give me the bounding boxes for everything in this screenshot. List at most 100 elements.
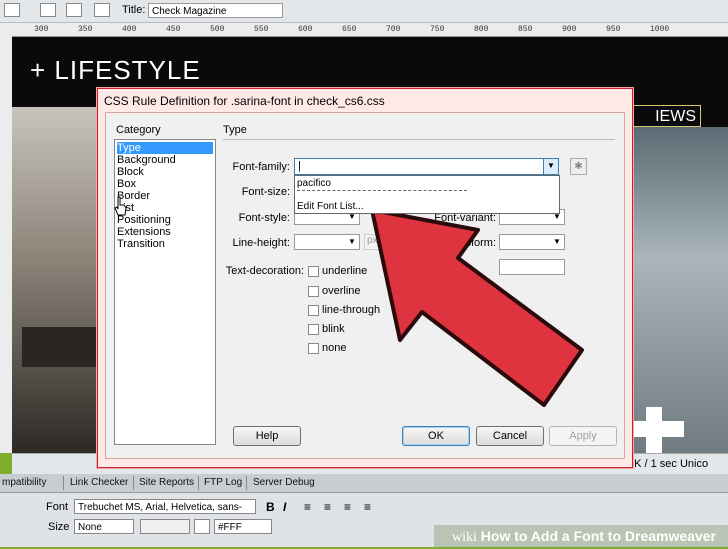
section-divider (223, 139, 615, 140)
decoration-none[interactable]: none (308, 341, 346, 355)
size-unit-select[interactable] (140, 519, 190, 534)
font-style-label: Font-style: (238, 212, 290, 224)
ruler-tick: 800 (474, 25, 489, 34)
font-family-label: Font-family: (232, 161, 290, 173)
category-item-type[interactable]: Type (117, 142, 213, 154)
ruler-tick: 600 (298, 25, 313, 34)
font-label: Font (46, 501, 69, 513)
font-option-pacifico[interactable]: pacifico (297, 178, 331, 189)
checkbox[interactable] (308, 265, 319, 277)
category-item-positioning[interactable]: Positioning (117, 214, 213, 226)
tab-link-checker[interactable]: Link Checker (70, 477, 128, 488)
tab-separator (133, 476, 134, 490)
category-item-box[interactable]: Box (117, 178, 213, 190)
color-input[interactable]: #FFF (214, 519, 272, 534)
ruler-tick: 750 (430, 25, 445, 34)
ruler-tick: 700 (386, 25, 401, 34)
dropdown-separator (297, 190, 467, 191)
code-view-icon[interactable] (4, 3, 20, 17)
live-view-icon[interactable] (40, 3, 56, 17)
ruler-tick: 1000 (650, 25, 670, 34)
right-photo (622, 127, 728, 453)
red-arrow-icon (370, 208, 584, 407)
category-item-transition[interactable]: Transition (117, 238, 213, 250)
edit-font-list-option[interactable]: Edit Font List... (297, 201, 364, 212)
checkbox[interactable] (308, 323, 319, 335)
tab-browser-compatibility[interactable]: mpatibility (2, 477, 46, 488)
checkbox[interactable] (308, 342, 319, 354)
tab-separator (198, 476, 199, 490)
ruler-tick: 850 (518, 25, 533, 34)
tab-ftp-log[interactable]: FTP Log (204, 477, 242, 488)
dialog-title: CSS Rule Definition for .sarina-font in … (104, 94, 385, 108)
ruler-tick: 550 (254, 25, 269, 34)
lifestyle-heading: + LIFESTYLE (30, 55, 201, 85)
decoration-blink[interactable]: blink (308, 322, 345, 336)
tab-separator (63, 476, 64, 490)
line-height-label: Line-height: (232, 237, 291, 249)
category-label: Category (116, 124, 161, 136)
color-swatch[interactable] (194, 519, 210, 534)
category-item-background[interactable]: Background (117, 154, 213, 166)
inspect-icon[interactable] (66, 3, 82, 17)
tab-site-reports[interactable]: Site Reports (139, 477, 194, 488)
ruler-tick: 350 (78, 25, 93, 34)
decoration-underline[interactable]: underline (308, 264, 367, 278)
refresh-icon[interactable] (94, 3, 110, 17)
watermark-brand: wiki (452, 530, 477, 545)
category-item-extensions[interactable]: Extensions (117, 226, 213, 238)
ruler-tick: 500 (210, 25, 225, 34)
ruler-tick: 900 (562, 25, 577, 34)
apply-button[interactable]: Apply (549, 426, 617, 446)
size-label: Size (48, 521, 70, 533)
italic-icon[interactable]: I (283, 500, 286, 514)
color-input-value: #FFF (218, 522, 242, 533)
watermark-text: How to Add a Font to Dreamweaver (480, 528, 716, 544)
ruler-tick: 650 (342, 25, 357, 34)
plus-graphic (624, 407, 684, 453)
ok-button[interactable]: OK (402, 426, 470, 446)
align-right-icon[interactable]: ≡ (344, 500, 351, 514)
horizontal-ruler: 300 350 400 450 500 550 600 650 700 750 800 850 900 9… (12, 23, 728, 37)
download-status: 1K / 1 sec Unico (628, 458, 709, 470)
size-select-value: None (78, 522, 102, 533)
font-family-combo[interactable]: | ▼ (294, 158, 559, 175)
ruler-tick: 950 (606, 25, 621, 34)
font-select-value: Trebuchet MS, Arial, Helvetica, sans- (78, 502, 243, 513)
font-select[interactable]: Trebuchet MS, Arial, Helvetica, sans- (74, 499, 256, 514)
chevron-down-icon: ▼ (348, 237, 356, 246)
align-left-icon[interactable]: ≡ (304, 500, 311, 514)
font-size-label: Font-size: (241, 186, 290, 198)
category-item-border[interactable]: Border (117, 190, 213, 202)
document-title-input[interactable]: Check Magazine (148, 3, 283, 18)
checkbox[interactable] (308, 285, 319, 297)
align-justify-icon[interactable]: ≡ (364, 500, 371, 514)
decoration-overline[interactable]: overline (308, 284, 361, 298)
align-center-icon[interactable]: ≡ (324, 500, 331, 514)
hand-cursor-icon (114, 196, 127, 216)
decoration-none-label: none (322, 342, 347, 354)
size-select[interactable]: None (74, 519, 134, 534)
font-family-value: | (298, 160, 301, 172)
ruler-tick: 450 (166, 25, 181, 34)
line-height-combo[interactable]: ▼ (294, 234, 360, 250)
tab-separator (246, 476, 247, 490)
section-title: Type (223, 124, 247, 136)
decoration-blink-label: blink (322, 323, 345, 335)
help-button[interactable]: Help (233, 426, 301, 446)
category-item-list[interactable]: List (117, 202, 213, 214)
document-toolbar (0, 0, 728, 23)
wikihow-watermark: wiki How to Add a Font to Dreamweaver (434, 525, 728, 547)
checkbox[interactable] (308, 304, 319, 316)
font-family-side-button[interactable]: ✱ (570, 158, 587, 175)
text-decoration-label: Text-decoration: (225, 265, 304, 277)
cancel-button[interactable]: Cancel (476, 426, 544, 446)
category-item-block[interactable]: Block (117, 166, 213, 178)
tab-server-debug[interactable]: Server Debug (253, 477, 315, 488)
chevron-down-icon[interactable]: ▼ (543, 159, 558, 174)
ruler-tick: 300 (34, 25, 49, 34)
title-label: Title: (122, 4, 146, 16)
bold-icon[interactable]: B (266, 500, 275, 514)
decoration-overline-label: overline (322, 285, 361, 297)
ruler-tick: 400 (122, 25, 137, 34)
